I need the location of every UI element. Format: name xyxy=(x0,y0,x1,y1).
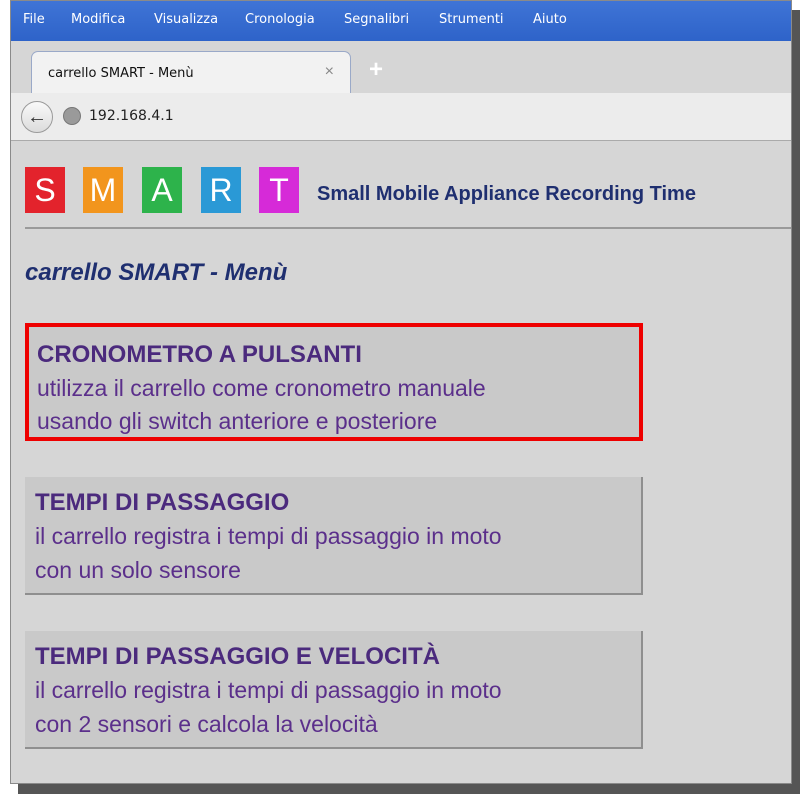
menu-aiuto[interactable]: Aiuto xyxy=(533,12,567,27)
card-title: TEMPI DI PASSAGGIO E VELOCITÀ xyxy=(35,643,440,670)
url-field[interactable]: 192.168.4.1 xyxy=(89,108,174,124)
globe-icon xyxy=(63,107,81,125)
menu-modifica[interactable]: Modifica xyxy=(71,12,125,27)
card-description-line1: il carrello registra i tempi di passaggi… xyxy=(35,523,502,549)
menu-cronologia[interactable]: Cronologia xyxy=(245,12,315,27)
card-title: CRONOMETRO A PULSANTI xyxy=(37,341,362,368)
header-divider xyxy=(25,227,791,229)
card-description-line2: con un solo sensore xyxy=(35,557,241,583)
new-tab-button[interactable]: + xyxy=(369,56,383,84)
card-tempi-di-passaggio[interactable]: TEMPI DI PASSAGGIO il carrello registra … xyxy=(25,477,643,595)
navigation-bar: ← 192.168.4.1 xyxy=(11,93,791,141)
card-description-line1: il carrello registra i tempi di passaggi… xyxy=(35,677,502,703)
active-tab[interactable]: carrello SMART - Menù × xyxy=(31,51,351,94)
tab-title: carrello SMART - Menù xyxy=(48,66,194,81)
logo-tagline: Small Mobile Appliance Recording Time xyxy=(317,183,696,205)
back-arrow-icon: ← xyxy=(27,106,47,128)
card-description-line2: con 2 sensori e calcola la velocità xyxy=(35,711,378,737)
card-description-line1: utilizza il carrello come cronometro man… xyxy=(37,375,486,401)
menu-bar: File Modifica Visualizza Cronologia Segn… xyxy=(11,1,791,41)
browser-window: File Modifica Visualizza Cronologia Segn… xyxy=(10,0,792,784)
card-tempi-di-passaggio-e-velocita[interactable]: TEMPI DI PASSAGGIO E VELOCITÀ il carrell… xyxy=(25,631,643,749)
logo-letter-r: R xyxy=(201,167,241,213)
page-title: carrello SMART - Menù xyxy=(25,259,288,286)
logo-letter-a: A xyxy=(142,167,182,213)
logo-letter-t: T xyxy=(259,167,299,213)
menu-strumenti[interactable]: Strumenti xyxy=(439,12,504,27)
menu-visualizza[interactable]: Visualizza xyxy=(154,12,218,27)
logo-letter-s: S xyxy=(25,167,65,213)
card-title: TEMPI DI PASSAGGIO xyxy=(35,489,290,516)
card-description-line2: usando gli switch anteriore e posteriore xyxy=(37,408,438,434)
back-button[interactable]: ← xyxy=(21,101,53,133)
menu-segnalibri[interactable]: Segnalibri xyxy=(344,12,409,27)
card-cronometro-a-pulsanti[interactable]: CRONOMETRO A PULSANTI utilizza il carrel… xyxy=(25,323,643,441)
logo-letter-m: M xyxy=(83,167,123,213)
menu-file[interactable]: File xyxy=(23,12,45,27)
close-tab-icon[interactable]: × xyxy=(325,63,334,81)
page-content: S M A R T Small Mobile Appliance Recordi… xyxy=(11,141,791,783)
